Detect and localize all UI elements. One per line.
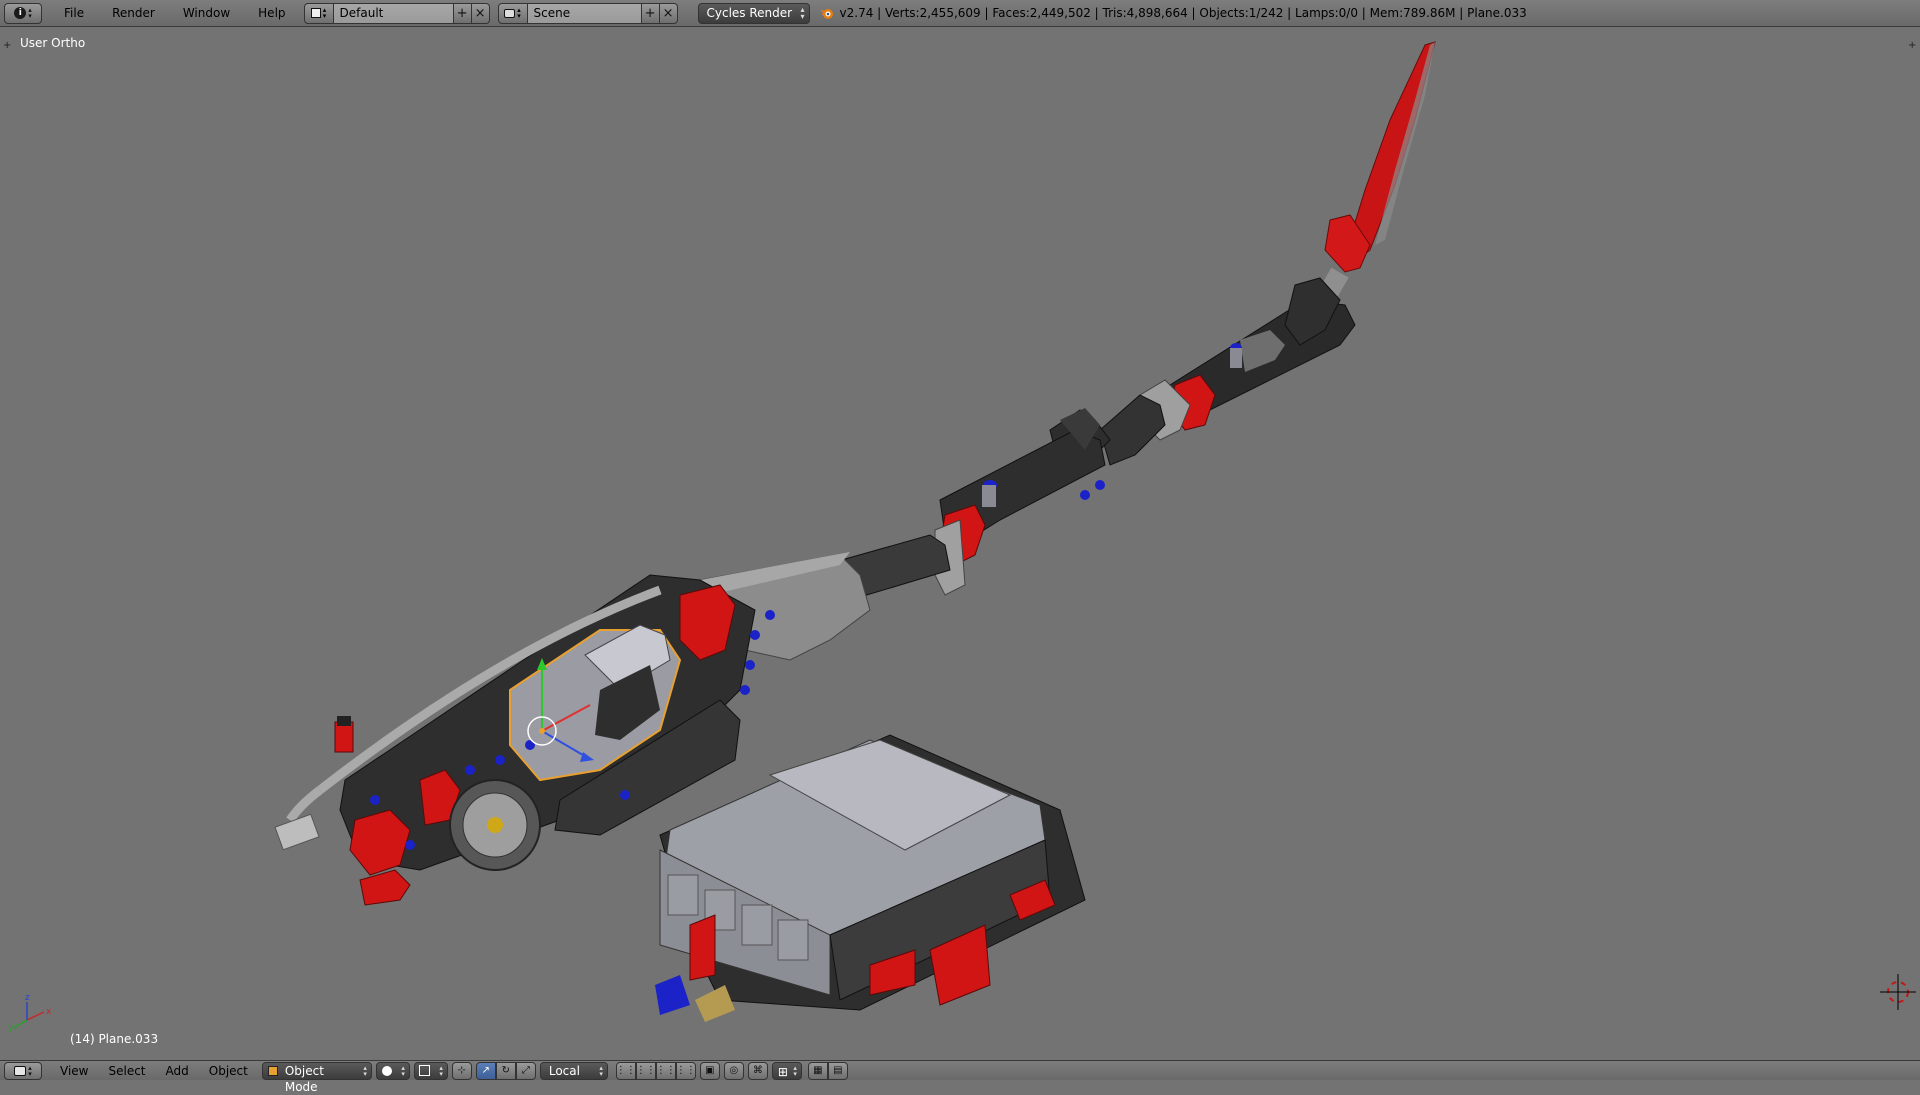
layer-button[interactable]: ⋮⋮	[675, 1061, 696, 1080]
transform-orientation-dropdown[interactable]: Local ▴ ▾	[539, 1061, 608, 1080]
ev3-brick-model[interactable]	[655, 734, 1086, 1022]
screen-layout-icon[interactable]: ▴ ▾	[303, 2, 334, 24]
render-icon: ▦	[813, 1065, 823, 1076]
close-icon: ×	[662, 5, 674, 21]
screen-layout-selector: ▴ ▾ Default + ×	[303, 2, 490, 24]
opengl-render-animation-button[interactable]: ▤	[827, 1061, 848, 1080]
3d-viewport[interactable]: + + User Ortho x y z (14) Plane.033	[0, 27, 1920, 1060]
close-icon: ×	[474, 5, 486, 21]
proportional-edit-button[interactable]: ◎	[723, 1061, 744, 1080]
chevron-updown-icon: ▴ ▾	[793, 1063, 797, 1078]
lock-camera-button[interactable]: ▣	[699, 1061, 720, 1080]
chevron-updown-icon: ▴ ▾	[800, 4, 805, 21]
proportional-edit-icon: ◎	[729, 1065, 739, 1076]
menu-object[interactable]: Object	[199, 1064, 258, 1078]
layer-button[interactable]: ⋮⋮	[655, 1061, 676, 1080]
layers-icon: ⋮⋮	[635, 1065, 656, 1076]
snap-icon: ⌘	[752, 1065, 763, 1076]
chevron-updown-icon: ▴ ▾	[28, 6, 32, 20]
axes-widget: x y z	[8, 993, 52, 1033]
render-group: ▦ ▤	[807, 1061, 848, 1080]
mode-label: Object Mode	[284, 1063, 324, 1094]
solid-shading-icon	[381, 1065, 392, 1076]
delete-layout-button[interactable]: ×	[471, 2, 490, 24]
chevron-updown-icon: ▴ ▾	[363, 1063, 367, 1078]
opengl-render-button[interactable]: ▦	[807, 1061, 828, 1080]
orientation-label: Local	[548, 1063, 580, 1078]
menu-window[interactable]: Window	[169, 6, 244, 20]
axis-y-label: y	[8, 1023, 14, 1033]
lock-icon: ▣	[705, 1065, 715, 1076]
3d-view-icon	[14, 1065, 27, 1076]
render-engine-dropdown[interactable]: Cycles Render ▴ ▾	[697, 2, 810, 24]
rotate-icon: ↻	[501, 1065, 511, 1076]
3d-cursor	[1880, 974, 1916, 1010]
scene-selector: ▴ ▾ Scene + ×	[497, 2, 678, 24]
pivot-point-dropdown[interactable]: ▴ ▾	[413, 1061, 448, 1080]
delete-scene-button[interactable]: ×	[659, 2, 678, 24]
add-scene-button[interactable]: +	[641, 2, 660, 24]
chevron-updown-icon: ▴ ▾	[28, 1063, 32, 1078]
plus-icon: +	[456, 5, 468, 21]
menu-render[interactable]: Render	[98, 6, 169, 20]
3d-view-header: ▴ ▾ View Select Add Object Object Mode ▴ ▾…	[0, 1060, 1920, 1094]
menu-select[interactable]: Select	[98, 1064, 155, 1078]
chevron-updown-icon: ▴ ▾	[439, 1063, 443, 1078]
menu-file[interactable]: File	[50, 6, 98, 20]
menu-add[interactable]: Add	[156, 1064, 199, 1078]
stats-text: v2.74 | Verts:2,455,609 | Faces:2,449,50…	[839, 6, 1527, 20]
axis-z-label: z	[25, 993, 30, 1003]
scene-render[interactable]: x y z	[0, 27, 1920, 1060]
translate-icon: ↗	[481, 1065, 491, 1076]
axis-x-label: x	[46, 1007, 52, 1017]
chevron-updown-icon: ▴ ▾	[401, 1063, 405, 1078]
render-engine-label: Cycles Render	[706, 5, 793, 20]
layers-icon: ⋮⋮	[675, 1065, 696, 1076]
plus-icon: +	[644, 5, 656, 21]
mode-dropdown[interactable]: Object Mode ▴ ▾	[261, 1061, 372, 1094]
menu-help[interactable]: Help	[244, 6, 299, 20]
scene-name-field[interactable]: Scene	[527, 2, 642, 24]
layer-button[interactable]: ⋮⋮	[635, 1061, 656, 1080]
rotate-button[interactable]: ↻	[495, 1061, 516, 1080]
layers-icon: ⋮⋮	[615, 1065, 636, 1076]
manipulator-icon: ⊹	[457, 1065, 467, 1076]
scale-button[interactable]: ⤢	[515, 1061, 536, 1080]
transform-manipulator-group: ↗ ↻ ⤢	[475, 1061, 536, 1080]
object-mode-icon	[267, 1065, 278, 1076]
layers-group: ⋮⋮ ⋮⋮ ⋮⋮ ⋮⋮	[615, 1061, 696, 1080]
layers-icon: ⋮⋮	[655, 1065, 676, 1076]
info-icon: i	[14, 7, 27, 19]
snap-element-icon: ⊞	[777, 1064, 788, 1079]
active-object-label: (14) Plane.033	[70, 1032, 159, 1046]
opengl-render-icon: ▤	[833, 1065, 843, 1076]
menu-view[interactable]: View	[50, 1064, 98, 1078]
editor-type-button[interactable]: i ▴ ▾	[4, 2, 42, 24]
scene-icon[interactable]: ▴ ▾	[497, 2, 528, 24]
editor-type-button[interactable]: ▴ ▾	[4, 1061, 42, 1080]
scene-statistics: v2.74 | Verts:2,455,609 | Faces:2,449,50…	[820, 6, 1527, 20]
viewport-shading-dropdown[interactable]: ▴ ▾	[375, 1061, 410, 1080]
translate-button[interactable]: ↗	[475, 1061, 496, 1080]
screen-layout-field[interactable]: Default	[333, 2, 454, 24]
snap-toggle[interactable]: ⌘	[747, 1061, 768, 1080]
blender-logo-icon	[820, 6, 834, 20]
info-header: i ▴ ▾ File Render Window Help ▴ ▾ Default …	[0, 0, 1920, 27]
add-layout-button[interactable]: +	[453, 2, 472, 24]
manipulator-toggle[interactable]: ⊹	[451, 1061, 472, 1080]
pivot-point-icon	[418, 1064, 430, 1076]
scale-icon: ⤢	[521, 1065, 530, 1076]
snap-element-dropdown[interactable]: ⊞ ▴ ▾	[771, 1061, 802, 1080]
layer-button[interactable]: ⋮⋮	[615, 1061, 636, 1080]
chevron-updown-icon: ▴ ▾	[599, 1063, 603, 1078]
